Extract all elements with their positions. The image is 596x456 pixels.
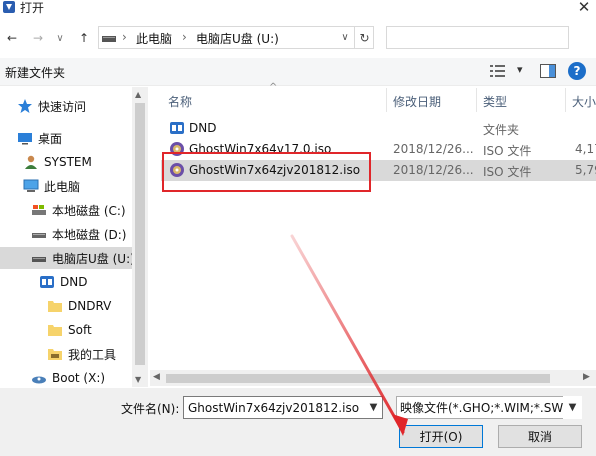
navigation-pane: 快速访问 桌面 SYSTEM 此电脑 本地磁盘 (C:) 本地磁盘 (D:) 电… [0, 87, 148, 387]
refresh-button[interactable]: ↻ [354, 26, 374, 49]
drive-icon [31, 226, 47, 242]
dnd-folder-icon [169, 120, 185, 136]
toolbar [0, 58, 596, 86]
folder-icon [47, 298, 63, 314]
annotation-highlight-box [162, 152, 371, 192]
breadcrumb-separator: › [122, 30, 127, 44]
sort-indicator-icon: ^ [269, 82, 278, 93]
view-options-icon[interactable] [490, 64, 506, 78]
scroll-up-icon[interactable]: ▲ [135, 90, 141, 99]
column-separator[interactable] [565, 88, 566, 112]
scroll-left-icon[interactable]: ◀ [153, 372, 160, 382]
column-header-modified[interactable]: 修改日期 [393, 93, 441, 110]
tree-item-this-pc[interactable]: 此电脑 [23, 175, 80, 197]
help-icon[interactable]: ? [568, 62, 586, 80]
chevron-down-icon[interactable]: ▼ [563, 396, 582, 419]
tree-item-dnd[interactable]: DND [39, 271, 87, 293]
file-list-hscrollbar-thumb[interactable] [166, 374, 550, 383]
system-drive-icon [31, 202, 47, 218]
file-row-dnd[interactable]: DND 文件夹 [161, 118, 596, 139]
breadcrumb-usb-drive[interactable]: 电脑店U盘 (U:) [196, 30, 279, 47]
tree-item-drive-d[interactable]: 本地磁盘 (D:) [31, 223, 126, 245]
open-button[interactable]: 打开(O) [399, 425, 483, 448]
view-dropdown-icon[interactable]: ▾ [517, 63, 523, 76]
computer-icon [23, 178, 39, 194]
file-modified: 2018/12/26... [393, 142, 474, 156]
tree-item-boot-drive[interactable]: Boot (X:) [31, 367, 105, 389]
scroll-down-icon[interactable]: ▼ [135, 375, 141, 384]
file-size: 4,17 [575, 142, 596, 156]
navigation-scrollbar-thumb[interactable] [135, 103, 145, 365]
file-type-filter-select[interactable]: 映像文件(*.GHO;*.WIM;*.SWM [396, 396, 582, 419]
tree-item-usb-drive[interactable]: 电脑店U盘 (U:) [0, 247, 135, 269]
close-button[interactable]: ✕ [572, 0, 596, 18]
file-modified: 2018/12/26... [393, 163, 474, 177]
breadcrumb-this-pc[interactable]: 此电脑 [136, 30, 172, 47]
drive-icon [102, 32, 116, 42]
tree-item-drive-c[interactable]: 本地磁盘 (C:) [31, 199, 126, 221]
title-bar [0, 0, 596, 18]
up-button[interactable]: ↑ [74, 28, 94, 48]
app-icon [2, 0, 16, 14]
column-header-type[interactable]: 类型 [483, 93, 507, 110]
chevron-down-icon[interactable]: ▼ [364, 396, 383, 419]
tree-item-desktop[interactable]: 桌面 [17, 127, 62, 149]
file-list-header [160, 88, 596, 112]
user-icon [23, 154, 39, 170]
column-separator[interactable] [386, 88, 387, 112]
cancel-button[interactable]: 取消 [498, 425, 582, 448]
address-dropdown-icon[interactable]: ∨ [336, 28, 354, 46]
folder-icon [47, 322, 63, 338]
star-icon [17, 98, 33, 114]
forward-button[interactable]: → [28, 28, 48, 48]
boot-drive-icon [31, 370, 47, 386]
recent-locations-dropdown[interactable]: ∨ [50, 28, 70, 48]
filename-input[interactable]: GhostWin7x64zjv201812.iso [183, 396, 383, 419]
window-title: 打开 [20, 1, 45, 15]
scroll-right-icon[interactable]: ▶ [583, 372, 590, 382]
file-size: 5,79 [575, 163, 596, 177]
filename-label: 文件名(N): [121, 402, 180, 416]
breadcrumb-separator: › [182, 30, 187, 44]
tree-item-soft[interactable]: Soft [47, 319, 92, 341]
back-button[interactable]: ← [2, 28, 22, 48]
column-header-name[interactable]: 名称 [168, 93, 192, 110]
tree-item-system-user[interactable]: SYSTEM [23, 151, 92, 173]
column-header-size[interactable]: 大小 [572, 93, 596, 110]
tree-item-quick-access[interactable]: 快速访问 [17, 95, 86, 117]
column-separator[interactable] [476, 88, 477, 112]
tree-item-dndrv[interactable]: DNDRV [47, 295, 111, 317]
search-input[interactable] [386, 26, 569, 49]
file-name: DND [189, 121, 217, 135]
tree-item-my-tools[interactable]: 我的工具 [47, 343, 116, 365]
file-type: 文件夹 [483, 123, 520, 137]
file-type: ISO 文件 [483, 144, 532, 158]
dnd-folder-icon [39, 274, 55, 290]
preview-pane-icon[interactable] [540, 64, 556, 78]
file-type: ISO 文件 [483, 165, 532, 179]
new-folder-button[interactable]: 新建文件夹 [5, 64, 65, 81]
desktop-icon [17, 130, 33, 146]
tools-folder-icon [47, 346, 63, 362]
usb-drive-icon [31, 250, 47, 266]
